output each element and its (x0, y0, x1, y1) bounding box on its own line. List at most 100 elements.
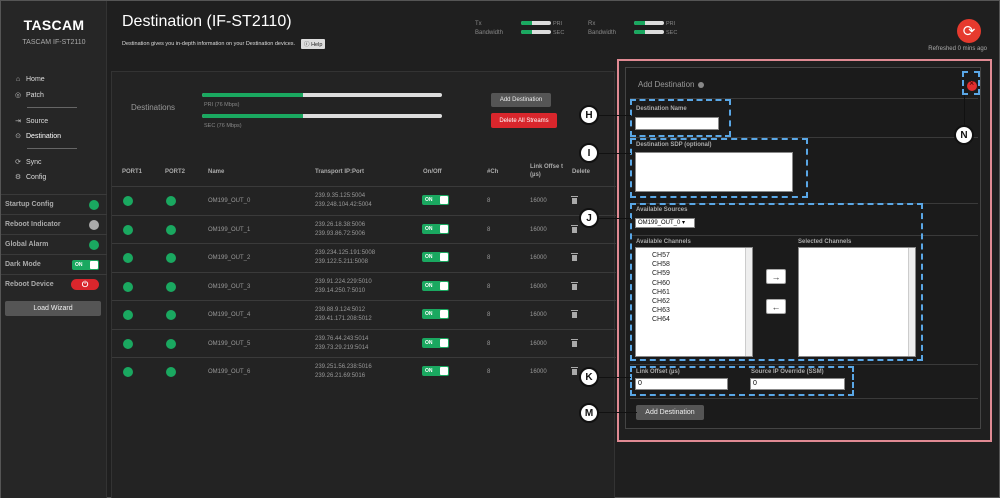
status-label: Reboot Indicator (5, 221, 61, 228)
stream-name: OM199_OUT_2 (208, 255, 251, 261)
callout-marker-n: N (954, 125, 974, 145)
tx-sec-bar (521, 30, 551, 35)
trash-icon[interactable] (571, 281, 578, 290)
sidebar-item-source[interactable]: ⇥ Source (14, 117, 49, 126)
stream-onoff-toggle[interactable]: ON (422, 252, 449, 262)
table-row: OM199_OUT_3 239.91.224.229:5010 239.14.250… (112, 271, 616, 300)
add-destination-title: Add Destination (638, 80, 705, 89)
link-offset: 16000 (530, 198, 547, 204)
stream-name: OM199_OUT_4 (208, 312, 251, 318)
link-offset: 16000 (530, 312, 547, 318)
stream-onoff-toggle[interactable]: ON (422, 280, 449, 291)
rx-sec-bar (634, 30, 664, 35)
device-model: TASCAM IF-ST2110 (22, 39, 86, 46)
panel-title-text: Add Destination (638, 80, 695, 89)
tx-pri-bar (521, 21, 551, 26)
callout-box-i (630, 138, 808, 198)
load-wizard-button[interactable]: Load Wizard (5, 301, 101, 316)
pri-bandwidth-bar (202, 93, 442, 97)
submit-add-destination-button[interactable]: Add Destination (636, 405, 704, 420)
transport-ip-secondary: 239.26.21.69:5016 (315, 373, 366, 379)
stream-onoff-toggle[interactable]: ON (422, 195, 449, 205)
stream-onoff-toggle[interactable]: ON (422, 366, 449, 376)
stream-onoff-toggle[interactable]: ON (422, 337, 449, 348)
link-offset: 16000 (530, 340, 547, 347)
link-offset: 16000 (530, 255, 547, 261)
trash-icon[interactable] (571, 224, 578, 233)
transport-ip-primary: 239.234.125.191:5008 (315, 250, 376, 256)
delete-all-streams-button[interactable]: Delete All Streams (491, 113, 557, 128)
callout-marker-i: I (579, 143, 599, 163)
callout-box-j (630, 203, 923, 361)
table-row: OM199_OUT_6 239.251.56.238:5016 239.26.21.… (112, 357, 616, 385)
status-startup-config: Startup Config (1, 194, 107, 214)
status-global-alarm: Global Alarm (1, 234, 107, 254)
refreshed-status: Refreshed 0 mins ago (928, 46, 987, 52)
sidebar-item-home[interactable]: ⌂ Home (14, 76, 45, 83)
port1-status (123, 253, 133, 263)
port2-status (166, 367, 176, 377)
channel-count: 8 (487, 369, 491, 375)
transport-ip-primary: 239.76.44.243:5014 (315, 335, 369, 342)
sidebar-item-destination[interactable]: ⊙ Destination (14, 132, 61, 141)
dark-mode-toggle[interactable]: ON (72, 259, 99, 270)
callout-marker-k: K (579, 367, 599, 387)
rx-label: Rx (588, 21, 596, 27)
reboot-power-button[interactable]: ⏻ (71, 279, 99, 290)
stream-name: OM199_OUT_0 (208, 198, 251, 204)
channel-count: 8 (487, 198, 491, 204)
sidebar-item-config[interactable]: ⚙ Config (14, 173, 46, 182)
pri-bandwidth-label: PRI (76 Mbps) (204, 102, 240, 108)
divider (630, 398, 978, 399)
stream-onoff-toggle[interactable]: ON (422, 223, 449, 234)
callout-marker-j: J (579, 208, 599, 228)
status-label: Dark Mode (5, 261, 41, 268)
col-name: Name (208, 169, 225, 175)
sidebar: TASCAM TASCAM IF-ST2110 ⌂ Home ◎ Patch ⇥… (1, 1, 107, 498)
table-row: OM199_OUT_2 239.234.125.191:5008 239.122.5… (112, 243, 616, 271)
port1-status (123, 281, 133, 292)
port2-status (166, 281, 176, 292)
rx-pri-bar (634, 21, 664, 26)
refresh-button[interactable]: ⟳ (957, 19, 981, 43)
transport-ip-primary: 239.88.9.124:5012 (315, 307, 366, 313)
bandwidth-label: Bandwidth (475, 30, 504, 36)
destinations-title: Destinations (131, 103, 176, 112)
patch-icon: ◎ (14, 92, 22, 99)
transport-ip-primary: 239.91.224.229:5010 (315, 278, 372, 285)
port2-status (166, 196, 176, 206)
help-button[interactable]: ⓘ Help (301, 39, 326, 49)
link-offset: 16000 (530, 283, 547, 290)
sidebar-item-label: Source (26, 117, 49, 125)
callout-leader-i (597, 153, 631, 154)
col-port2: PORT2 (165, 169, 186, 175)
power-icon: ⏻ (81, 279, 89, 289)
status-label: Reboot Device (5, 281, 54, 288)
nav-divider (27, 148, 77, 149)
global-alarm-indicator (89, 239, 99, 250)
stream-name: OM199_OUT_3 (208, 283, 251, 290)
tx-bandwidth: Tx Bandwidth (475, 20, 503, 38)
port1-status (123, 367, 133, 377)
trash-icon[interactable] (571, 310, 578, 318)
sidebar-item-patch[interactable]: ◎ Patch (14, 91, 44, 100)
transport-ip-secondary: 239.41.171.208:5012 (315, 316, 372, 322)
callout-leader-n (964, 95, 965, 126)
sidebar-item-sync[interactable]: ⟳ Sync (14, 158, 42, 167)
destination-icon: ⊙ (15, 133, 21, 140)
trash-icon[interactable] (571, 196, 578, 204)
transport-ip-secondary: 239.248.104.42:5004 (315, 202, 372, 208)
port1-status (123, 196, 133, 206)
stream-name: OM199_OUT_1 (208, 226, 251, 233)
port2-status (166, 338, 176, 349)
config-icon: ⚙ (14, 174, 22, 181)
trash-icon[interactable] (571, 253, 578, 261)
col-delete: Delete (572, 169, 591, 175)
channel-count: 8 (487, 226, 491, 233)
status-label: Startup Config (5, 201, 54, 208)
add-destination-button[interactable]: Add Destination (491, 93, 551, 107)
trash-icon[interactable] (571, 338, 578, 347)
app-window: TASCAM TASCAM IF-ST2110 ⌂ Home ◎ Patch ⇥… (0, 0, 1000, 498)
trash-icon[interactable] (571, 367, 578, 375)
stream-onoff-toggle[interactable]: ON (422, 309, 449, 319)
